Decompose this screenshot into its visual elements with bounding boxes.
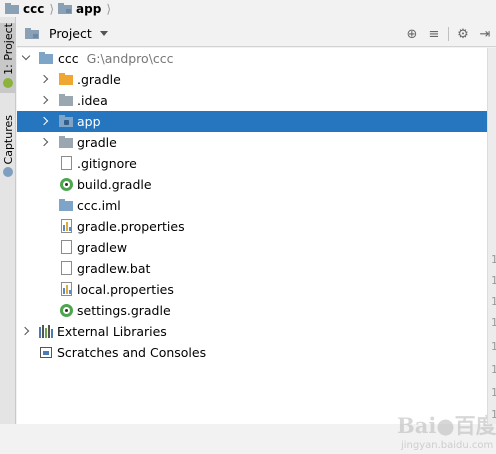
chevron-right-icon[interactable] bbox=[39, 96, 49, 106]
tree-item-gitignore[interactable]: .gitignore bbox=[17, 153, 487, 174]
tab-project[interactable]: 1: Project bbox=[0, 23, 16, 93]
tree-item-label: gradlew.bat bbox=[77, 261, 151, 276]
text-file-icon bbox=[59, 240, 73, 254]
tree-root-ccc[interactable]: ccc G:\andpro\ccc bbox=[17, 48, 487, 69]
project-view-selector[interactable]: Project bbox=[25, 26, 108, 41]
folder-icon bbox=[5, 3, 19, 14]
scratches-icon bbox=[39, 345, 53, 359]
tab-captures[interactable]: Captures bbox=[0, 115, 16, 185]
tool-window-strip: 1: Project Captures bbox=[0, 17, 16, 424]
watermark-logo: Bai●百度 bbox=[397, 413, 496, 438]
libraries-icon bbox=[39, 324, 53, 338]
android-icon bbox=[3, 77, 13, 88]
tree-item-label: app bbox=[77, 114, 101, 129]
tree-item-label: .gitignore bbox=[77, 156, 137, 171]
tree-item-gradlew[interactable]: gradlew bbox=[17, 237, 487, 258]
tree-item-label: .idea bbox=[77, 93, 108, 108]
breadcrumb-label: ccc bbox=[23, 1, 45, 16]
tree-item-settings-gradle[interactable]: settings.gradle bbox=[17, 300, 487, 321]
tree-item-label: settings.gradle bbox=[77, 303, 171, 318]
tree-item-ccc-iml[interactable]: ccc.iml bbox=[17, 195, 487, 216]
line-number: 1 bbox=[491, 386, 496, 399]
chevron-right-icon[interactable] bbox=[39, 117, 49, 127]
breadcrumb-separator: ⟩ bbox=[49, 1, 55, 16]
tree-item-scratches[interactable]: Scratches and Consoles bbox=[17, 342, 487, 363]
tree-item-label: External Libraries bbox=[57, 324, 167, 339]
project-view-label: Project bbox=[49, 26, 92, 41]
tree-item-gradle-properties[interactable]: gradle.properties bbox=[17, 216, 487, 237]
tree-item-label: local.properties bbox=[77, 282, 174, 297]
project-panel-header: Project ⊕ ≡ ⚙ ⇥ bbox=[17, 21, 496, 47]
tree-item-external-libraries[interactable]: External Libraries bbox=[17, 321, 487, 342]
tab-label: 1: Project bbox=[1, 23, 15, 75]
settings-gear-icon[interactable]: ⚙ bbox=[452, 23, 474, 45]
tree-item-label: gradlew bbox=[77, 240, 128, 255]
line-number: 1 bbox=[491, 408, 496, 421]
collapse-all-icon[interactable]: ≡ bbox=[423, 23, 445, 45]
breadcrumb-item-ccc[interactable]: ccc bbox=[5, 2, 44, 16]
text-file-icon bbox=[59, 156, 73, 170]
module-file-icon bbox=[59, 198, 73, 212]
gradle-icon bbox=[59, 177, 73, 191]
breadcrumb-separator: ⟩ bbox=[106, 1, 111, 16]
line-number: 1 bbox=[491, 340, 496, 353]
line-number: 1 bbox=[491, 295, 496, 308]
properties-file-icon bbox=[59, 282, 73, 296]
tab-label: Captures bbox=[1, 115, 15, 165]
properties-file-icon bbox=[59, 219, 73, 233]
tree-item-gradle[interactable]: gradle bbox=[17, 132, 487, 153]
hide-panel-icon[interactable]: ⇥ bbox=[474, 23, 496, 45]
captures-icon bbox=[3, 167, 13, 178]
module-folder-icon bbox=[59, 114, 73, 128]
chevron-right-icon[interactable] bbox=[39, 75, 49, 85]
watermark-url: jingyan.baidu.com bbox=[401, 440, 494, 451]
tree-root-label: ccc G:\andpro\ccc bbox=[58, 51, 174, 66]
line-number: 1 bbox=[491, 363, 496, 376]
editor-gutter: 1 1 1 1 1 1 1 1 bbox=[487, 48, 496, 424]
tree-item-local-properties[interactable]: local.properties bbox=[17, 279, 487, 300]
tree-item-label: gradle bbox=[77, 135, 117, 150]
chevron-right-icon[interactable] bbox=[20, 327, 30, 337]
line-number: 1 bbox=[491, 253, 496, 266]
project-tree: ccc G:\andpro\ccc .gradle .idea app gradl… bbox=[17, 48, 496, 451]
tree-item-label: gradle.properties bbox=[77, 219, 185, 234]
watermark: Bai●百度 jingyan.baidu.com bbox=[397, 410, 496, 454]
breadcrumb-item-app[interactable]: app bbox=[58, 2, 101, 16]
tree-item-label: Scratches and Consoles bbox=[57, 345, 207, 360]
project-path: G:\andpro\ccc bbox=[86, 51, 174, 66]
line-number: 1 bbox=[491, 274, 496, 287]
toolbar-divider bbox=[448, 27, 449, 41]
folder-icon bbox=[59, 93, 73, 107]
tree-item-gradlew-bat[interactable]: gradlew.bat bbox=[17, 258, 487, 279]
tree-item-label: build.gradle bbox=[77, 177, 152, 192]
chevron-right-icon[interactable] bbox=[39, 138, 49, 148]
project-toolbar: ⊕ ≡ ⚙ ⇥ bbox=[401, 21, 496, 47]
tree-item-label: .gradle bbox=[77, 72, 121, 87]
tree-item-idea[interactable]: .idea bbox=[17, 90, 487, 111]
text-file-icon bbox=[59, 261, 73, 275]
tree-item-gradle-cache[interactable]: .gradle bbox=[17, 69, 487, 90]
project-folder-icon bbox=[39, 51, 53, 65]
line-number: 1 bbox=[491, 316, 496, 329]
chevron-down-icon[interactable] bbox=[21, 54, 31, 64]
project-view-icon bbox=[25, 28, 39, 39]
locate-icon[interactable]: ⊕ bbox=[401, 23, 423, 45]
gradle-icon bbox=[59, 303, 73, 317]
breadcrumb-label: app bbox=[76, 1, 102, 16]
chevron-down-icon bbox=[99, 31, 108, 36]
folder-icon bbox=[59, 72, 73, 86]
module-folder-icon bbox=[58, 3, 73, 14]
tree-item-build-gradle[interactable]: build.gradle bbox=[17, 174, 487, 195]
breadcrumb: ccc ⟩ app ⟩ bbox=[0, 0, 496, 17]
tree-item-app[interactable]: app bbox=[17, 111, 487, 132]
tree-item-label: ccc.iml bbox=[77, 198, 121, 213]
folder-icon bbox=[59, 135, 73, 149]
